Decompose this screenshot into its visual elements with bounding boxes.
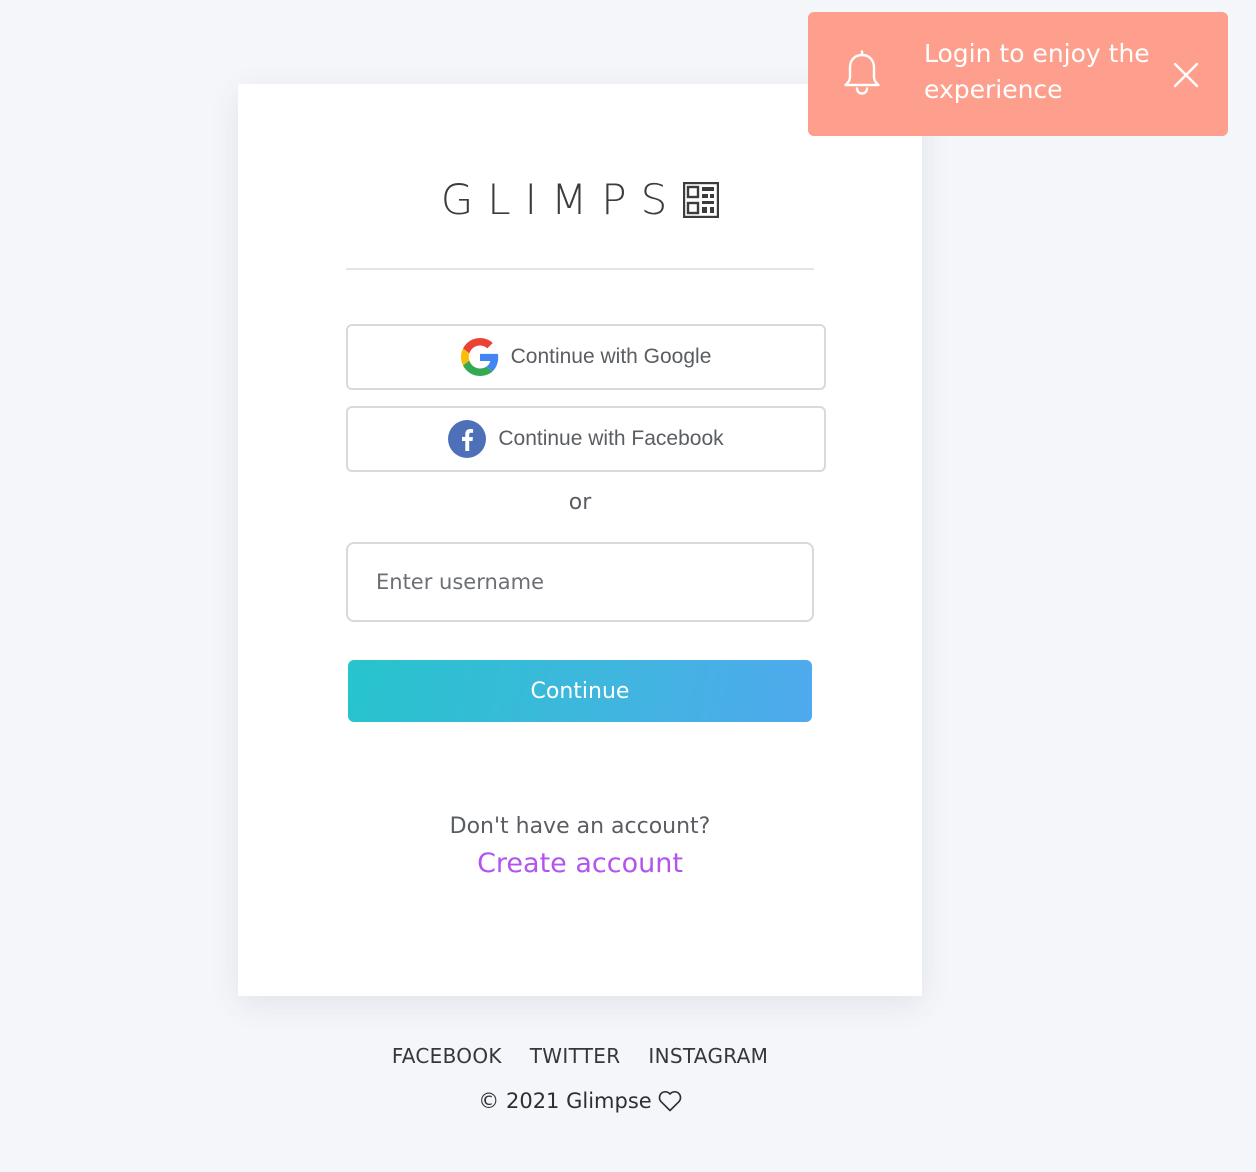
continue-with-google-button[interactable]: Continue with Google [346, 324, 826, 390]
create-account-link[interactable]: Create account [238, 848, 922, 879]
close-icon[interactable] [1172, 61, 1200, 89]
login-card: GLIMPS Continue with Google Continue wit… [238, 84, 922, 996]
continue-button[interactable]: Continue [348, 660, 812, 722]
facebook-logo-icon [448, 420, 487, 458]
toast-message: Login to enjoy the experience [924, 39, 1150, 104]
or-separator: or [568, 490, 592, 515]
footer-social-links: FACEBOOK TWITTER INSTAGRAM [238, 1044, 922, 1068]
continue-with-facebook-button[interactable]: Continue with Facebook [346, 406, 826, 472]
copyright: © 2021 Glimpse [238, 1089, 922, 1113]
no-account-prompt: Don't have an account? [449, 814, 711, 839]
facebook-button-label: Continue with Facebook [498, 427, 724, 450]
heart-icon [658, 1090, 682, 1112]
qr-code-icon [683, 182, 720, 218]
footer-link-facebook[interactable]: FACEBOOK [392, 1044, 502, 1068]
copyright-text: © 2021 Glimpse [478, 1089, 652, 1113]
bell-icon [844, 50, 880, 95]
footer-link-twitter[interactable]: TWITTER [530, 1044, 621, 1068]
username-input[interactable] [348, 544, 812, 620]
google-button-label: Continue with Google [510, 345, 712, 368]
logo-divider [346, 268, 814, 270]
footer-link-instagram[interactable]: INSTAGRAM [648, 1044, 768, 1068]
brand-logo-text: GLIMPS [440, 175, 682, 224]
login-toast: Login to enjoy the experience [808, 12, 1228, 136]
username-field [346, 542, 814, 622]
brand-logo: GLIMPS [238, 176, 922, 224]
google-logo-icon [460, 338, 498, 376]
